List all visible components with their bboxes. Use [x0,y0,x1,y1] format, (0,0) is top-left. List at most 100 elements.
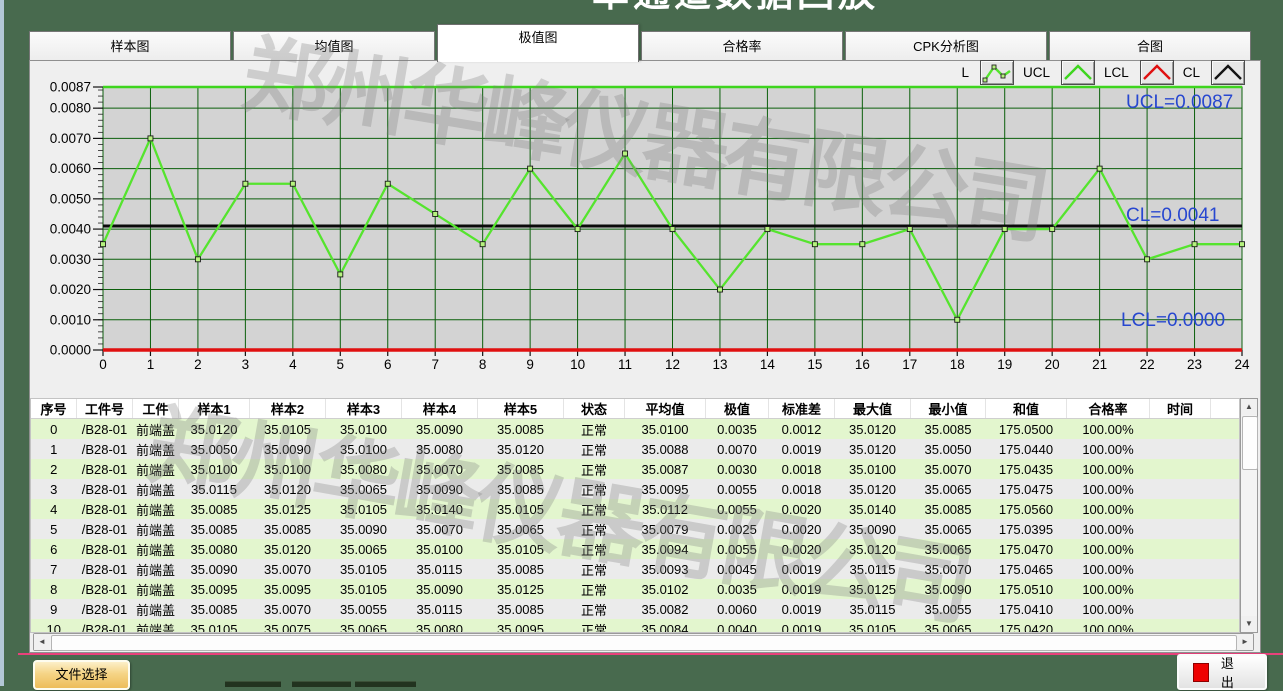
svg-text:11: 11 [618,357,632,372]
svg-text:0.0070: 0.0070 [50,131,91,146]
column-header-标准差: 标准差 [769,399,835,419]
data-point-4 [290,181,295,186]
tab-合图[interactable]: 合图 [1049,31,1251,60]
column-header-状态: 状态 [564,399,625,419]
svg-text:15: 15 [807,357,822,372]
svg-text:24: 24 [1234,357,1250,372]
series-line-icon[interactable] [980,60,1014,85]
svg-text:16: 16 [855,357,870,372]
data-point-3 [243,181,248,186]
data-point-22 [1145,257,1150,262]
svg-text:7: 7 [431,357,439,372]
scroll-right-icon[interactable]: ► [1237,634,1253,650]
data-point-20 [1050,227,1055,232]
horizontal-scroll-thumb[interactable] [51,635,1237,651]
clipped-bottom-element [292,681,351,687]
svg-text:8: 8 [479,357,487,372]
scroll-down-icon[interactable]: ▼ [1241,616,1257,632]
data-point-1 [148,136,153,141]
scroll-up-icon[interactable]: ▲ [1241,399,1257,415]
svg-text:18: 18 [950,357,965,372]
table-row[interactable]: 3/B28-01前端盖35.011535.012035.006535.00903… [31,479,1240,499]
column-header-和值: 和值 [986,399,1067,419]
svg-text:17: 17 [902,357,917,372]
window-left-edge [0,0,4,686]
lcl-annotation: LCL=0.0000 [1121,310,1225,331]
column-header-时间: 时间 [1150,399,1211,419]
clipped-bottom-element [225,681,281,687]
ucl-chevron-icon[interactable] [1061,60,1095,85]
column-header-平均值: 平均值 [625,399,706,419]
range-chart: 0.00000.00100.00200.00300.00400.00500.00… [30,62,1253,399]
tab-合格率[interactable]: 合格率 [641,31,843,60]
column-header-序号: 序号 [31,399,77,419]
data-point-12 [670,227,675,232]
data-point-21 [1097,166,1102,171]
table-row[interactable]: 0/B28-01前端盖35.012035.010535.010035.00903… [31,419,1240,440]
svg-text:14: 14 [760,357,776,372]
ucl-annotation: UCL=0.0087 [1126,92,1233,113]
exit-button[interactable]: 退 出 [1177,654,1267,690]
svg-text:21: 21 [1092,357,1107,372]
table-row[interactable]: 4/B28-01前端盖35.008535.012535.010535.01403… [31,499,1240,519]
tab-CPK分析图[interactable]: CPK分析图 [845,31,1047,60]
svg-text:1: 1 [147,357,155,372]
column-header-filler [1211,399,1241,419]
column-header-最大值: 最大值 [835,399,911,419]
column-header-样本1: 样本1 [179,399,250,419]
table-vertical-scrollbar[interactable]: ▲ ▼ [1240,398,1258,633]
table-row[interactable]: 9/B28-01前端盖35.008535.007035.005535.01153… [31,599,1240,619]
column-header-工件号: 工件号 [77,399,133,419]
scroll-left-icon[interactable]: ◄ [34,634,50,650]
table-row[interactable]: 2/B28-01前端盖35.010035.010035.008035.00703… [31,459,1240,479]
svg-text:22: 22 [1140,357,1155,372]
data-point-14 [765,227,770,232]
tab-样本图[interactable]: 样本图 [29,31,231,60]
lcl-chevron-icon[interactable] [1140,60,1174,85]
tab-均值图[interactable]: 均值图 [233,31,435,60]
data-point-15 [812,242,817,247]
data-point-9 [528,166,533,171]
data-point-24 [1240,242,1245,247]
exit-red-square-icon [1193,663,1209,682]
data-point-16 [860,242,865,247]
table-row[interactable]: 1/B28-01前端盖35.005035.009035.010035.00803… [31,439,1240,459]
cl-chevron-icon[interactable] [1211,60,1245,85]
legend-label-UCL: UCL [1023,65,1050,80]
table-row[interactable]: 8/B28-01前端盖35.009535.009535.010535.00903… [31,579,1240,599]
table-header-row: 序号工件号工件样本1样本2样本3样本4样本5状态平均值极值标准差最大值最小值和值… [31,399,1240,419]
svg-text:4: 4 [289,357,297,372]
table-row[interactable]: 5/B28-01前端盖35.008535.008535.009035.00703… [31,519,1240,539]
table-row[interactable]: 7/B28-01前端盖35.009035.007035.010535.01153… [31,559,1240,579]
column-header-样本4: 样本4 [402,399,478,419]
data-point-17 [907,227,912,232]
data-point-23 [1192,242,1197,247]
table-row[interactable]: 10/B28-01前端盖35.010535.007535.006535.0080… [31,619,1240,633]
column-header-样本5: 样本5 [478,399,564,419]
data-point-18 [955,317,960,322]
vertical-scroll-thumb[interactable] [1242,416,1258,470]
data-point-10 [575,227,580,232]
table-row[interactable]: 6/B28-01前端盖35.008035.012035.006535.01003… [31,539,1240,559]
data-point-0 [101,242,106,247]
data-point-13 [717,287,722,292]
data-point-8 [480,242,485,247]
svg-text:10: 10 [570,357,585,372]
data-point-2 [195,257,200,262]
chart-legend: LUCLLCLCL [895,59,1245,86]
svg-text:0: 0 [99,357,107,372]
legend-label-CL: CL [1183,65,1200,80]
svg-text:5: 5 [337,357,345,372]
table-horizontal-scrollbar[interactable]: ◄ ► [33,633,1254,651]
bottom-separator-line [18,653,1283,655]
cl-annotation: CL=0.0041 [1126,205,1220,226]
legend-label-LCL: LCL [1104,65,1129,80]
svg-text:0.0040: 0.0040 [50,222,91,237]
svg-text:0.0020: 0.0020 [50,282,91,297]
exit-button-label: 退 出 [1221,653,1265,691]
tab-极值图[interactable]: 极值图 [437,24,639,62]
svg-text:0.0000: 0.0000 [50,343,91,358]
column-header-极值: 极值 [706,399,769,419]
svg-text:0.0087: 0.0087 [50,80,91,95]
clipped-bottom-element [355,681,416,687]
